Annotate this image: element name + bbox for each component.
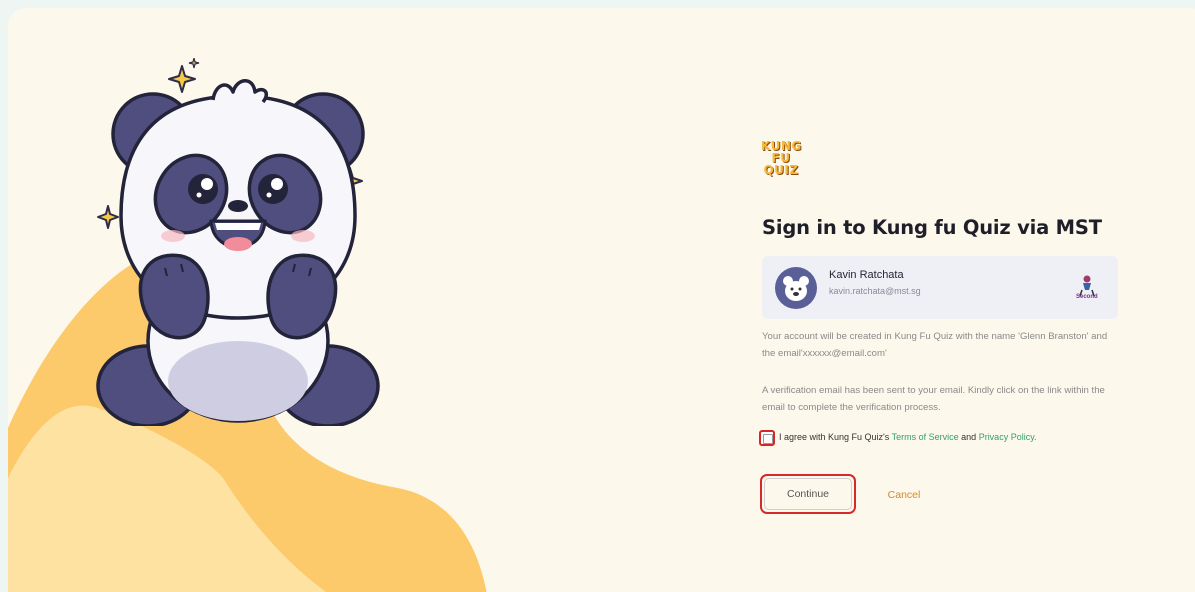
cancel-button[interactable]: Cancel <box>874 484 934 506</box>
kung-fu-quiz-logo: KUNG FU QUIZ <box>761 139 802 177</box>
panda-mascot-illustration <box>96 79 380 426</box>
agree-and-text: and <box>958 432 979 442</box>
bear-avatar-icon <box>783 276 809 301</box>
terms-checkbox[interactable] <box>759 430 775 446</box>
svg-text:Second: Second <box>1076 294 1098 300</box>
second-app-logo-icon: Second <box>1076 275 1098 300</box>
signin-card: KUNG FU QUIZ Sign in to Kung fu Quiz via… <box>8 8 1195 592</box>
account-card: Kavin Ratchata kavin.ratchata@mst.sg Sec… <box>762 256 1118 319</box>
page-title: Sign in to Kung fu Quiz via MST <box>762 216 1102 239</box>
account-email: kavin.ratchata@mst.sg <box>829 286 921 296</box>
terms-agreement-label: I agree with Kung Fu Quiz's Terms of Ser… <box>779 432 1037 442</box>
terms-of-service-link[interactable]: Terms of Service <box>892 432 959 442</box>
account-info-text: Your account will be created in Kung Fu … <box>762 331 1108 359</box>
verification-info-text: A verification email has been sent to yo… <box>762 385 1105 413</box>
privacy-policy-link[interactable]: Privacy Policy. <box>979 432 1037 442</box>
continue-button[interactable]: Continue <box>760 474 856 514</box>
account-name: Kavin Ratchata <box>829 269 904 281</box>
agree-prefix-text: I agree with Kung Fu Quiz's <box>779 432 892 442</box>
avatar <box>775 267 817 309</box>
